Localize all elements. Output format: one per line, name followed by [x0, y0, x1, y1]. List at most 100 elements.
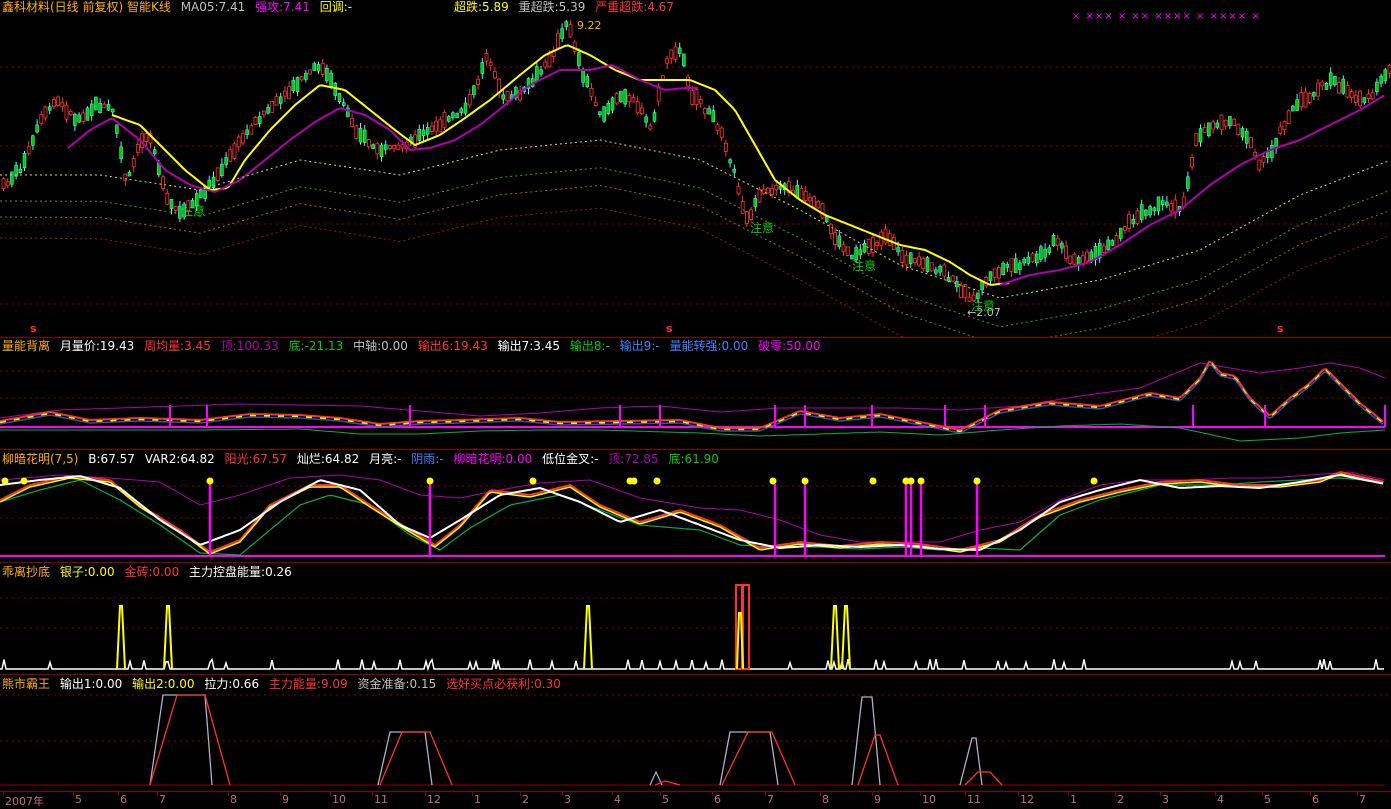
- candle-body-up: [1282, 121, 1287, 131]
- p3-signal-dot: [769, 477, 777, 485]
- p2-b: 周均量:3.45: [144, 339, 211, 353]
- candle-body-down: [1148, 206, 1152, 216]
- candle-body-down: [606, 103, 611, 114]
- p2-h: 输出8:-: [569, 339, 610, 353]
- p5-output1-shape: [149, 694, 213, 786]
- candle-body-down: [1018, 262, 1022, 270]
- candle-body-down: [425, 127, 430, 135]
- candle-body-down: [1118, 227, 1123, 239]
- candle-body-down: [602, 106, 606, 122]
- candle-body-up: [165, 192, 170, 205]
- candle-body-down: [278, 96, 283, 104]
- candle-body-up: [1354, 94, 1358, 103]
- candle-body-down: [837, 235, 842, 247]
- candle-body-down: [610, 97, 615, 111]
- candle-body-up: [950, 275, 955, 282]
- p3-signal-dot: [206, 477, 214, 485]
- candle-body-up: [572, 41, 577, 52]
- candle-body-down: [304, 73, 308, 80]
- candle-body-down: [682, 53, 686, 67]
- candle-body-down: [194, 193, 199, 206]
- candle-body-down: [1139, 204, 1144, 220]
- p5-b: 输出2:0.00: [132, 677, 195, 691]
- candle-body-down: [1295, 99, 1299, 111]
- candle-body-down: [1110, 240, 1115, 246]
- candle-body-down: [925, 257, 930, 272]
- candle-body-up: [627, 95, 632, 103]
- candle-body-up: [673, 46, 678, 61]
- x-tick-label: 4: [614, 793, 621, 806]
- candle-body-up: [492, 71, 497, 79]
- candle-body-down: [535, 66, 539, 82]
- candle-body-down: [1026, 256, 1031, 264]
- grid-lines: [0, 370, 1391, 399]
- candle-body-up: [959, 285, 963, 298]
- candle-body-down: [1312, 92, 1316, 97]
- x-tick: [1068, 792, 1069, 796]
- candle-body-up: [757, 189, 762, 203]
- candle-body-up: [913, 257, 917, 264]
- candle-body-up: [593, 101, 598, 107]
- candle-body-down: [501, 94, 506, 100]
- candle-body-down: [463, 102, 468, 114]
- candle-body-down: [182, 203, 186, 218]
- p2-k: 破零:50.00: [758, 339, 821, 353]
- x-tick-label: 6: [1312, 793, 1319, 806]
- p3-signal-dot: [973, 477, 981, 485]
- candle-body-up: [761, 188, 766, 194]
- candle-body-down: [295, 77, 300, 93]
- candle-body-up: [366, 139, 371, 148]
- panel4-legend: 乖离抄底 银子:0.00 金砖:0.00 主力控盘能量:0.26: [2, 565, 298, 579]
- x-tick-label: 4: [1217, 793, 1224, 806]
- candle-body-up: [320, 62, 325, 75]
- p4-silver-spike: [830, 605, 840, 670]
- x-tick-label: 5: [75, 793, 82, 806]
- candle-body-up: [144, 133, 149, 142]
- candle-body-down: [245, 129, 249, 135]
- candle-body-up: [253, 117, 258, 125]
- candle-body-up: [547, 54, 552, 68]
- candle-body-up: [665, 58, 669, 64]
- candle-body-down: [379, 144, 384, 157]
- candle-body-up: [299, 76, 304, 81]
- candle-body-down: [18, 168, 23, 174]
- grid-lines: [0, 485, 1391, 519]
- candle-body-down: [459, 108, 464, 114]
- candle-body-up: [308, 69, 313, 75]
- candle-body-down: [1228, 116, 1232, 127]
- candle-body-up: [270, 100, 275, 113]
- p4-silver-spike: [841, 605, 851, 670]
- candle-body-up: [287, 86, 292, 100]
- candle-body-up: [900, 249, 905, 263]
- main-panel: 鑫科材料(日线 前复权) 智能K线 MA05:7.41 强攻:7.41 回调:-…: [0, 0, 1391, 337]
- x-tick-label: 6: [714, 793, 721, 806]
- oversold-value: 超跌:5.89: [454, 0, 509, 14]
- candle-body-down: [728, 159, 732, 164]
- x-tick-label: 5: [662, 793, 669, 806]
- candle-body-down: [908, 252, 913, 264]
- panel-liuan-huaming: 柳暗花明(7,5) B:67.57 VAR2:64.82 阳光:67.57 灿烂…: [0, 450, 1391, 562]
- purple-ma-line-2: [999, 94, 1385, 286]
- x-tick: [765, 792, 766, 796]
- x-tick-label: 11: [374, 793, 388, 806]
- candle-body-down: [35, 124, 39, 133]
- x-tick: [520, 792, 521, 796]
- x-tick: [1310, 792, 1311, 796]
- candle-body-up: [60, 101, 65, 108]
- candle-body-up: [240, 133, 245, 144]
- p3-signal-dot: [907, 477, 915, 485]
- candle-body-up: [971, 294, 976, 301]
- candle-body-down: [623, 89, 627, 105]
- p4-main-force-line: [0, 657, 1384, 672]
- candles: [1, 19, 1391, 303]
- candle-body-up: [1194, 133, 1199, 146]
- candle-body-up: [1286, 110, 1291, 125]
- candle-body-up: [1030, 253, 1035, 263]
- x-axis: 2007年 5 6 7 8 9 10 11 12 1 2 3 4 5 6 7 8 9 10 11 12 1 2 3 4 5 6 7: [0, 791, 1391, 808]
- candle-body-down: [446, 116, 451, 122]
- candle-body-up: [228, 149, 233, 162]
- candle-body-down: [169, 198, 174, 209]
- candle-body-up: [396, 144, 401, 150]
- p5-output2-shape: [379, 731, 453, 786]
- candle-body-up: [967, 296, 972, 302]
